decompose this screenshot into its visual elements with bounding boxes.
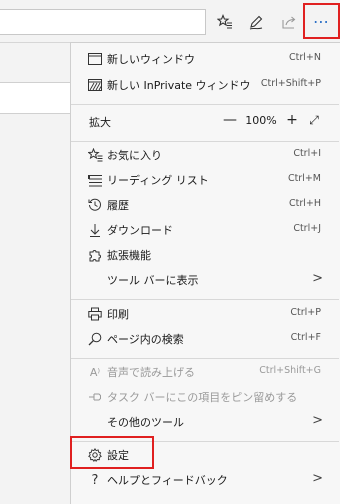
shortcut-label: Ctrl+F	[290, 332, 321, 343]
menu-item-label: その他のツール	[107, 416, 184, 429]
menu-item-favorites[interactable]: お気に入り Ctrl+I	[71, 143, 339, 167]
chevron-right-icon: >	[312, 271, 323, 286]
shortcut-label: Ctrl+Shift+G	[259, 365, 321, 376]
chevron-right-icon: >	[312, 471, 323, 486]
menu-item-find-on-page[interactable]: ページ内の検索 Ctrl+F	[71, 327, 339, 351]
menu-item-label: 拡張機能	[107, 249, 151, 262]
menu-item-label: ダウンロード	[107, 224, 173, 237]
shortcut-label: Ctrl+J	[293, 223, 321, 234]
menu-item-reading-list[interactable]: リーディング リスト Ctrl+M	[71, 168, 339, 192]
reading-list-icon	[87, 172, 103, 188]
menu-item-label: 音声で読み上げる	[107, 366, 195, 379]
shortcut-label: Ctrl+P	[290, 307, 321, 318]
pin-icon	[87, 389, 103, 405]
zoom-label: 拡大	[89, 116, 111, 129]
zoom-out-button[interactable]: —	[219, 112, 241, 128]
history-icon	[87, 197, 103, 213]
menu-item-label: ツール バーに表示	[107, 274, 199, 287]
menu-item-label: 新しいウィンドウ	[107, 53, 195, 66]
menu-item-label: 履歴	[107, 199, 129, 212]
menu-item-pin-taskbar: タスク バーにこの項目をピン留めする	[71, 385, 339, 409]
fullscreen-icon[interactable]: ⤢	[303, 113, 325, 128]
menu-item-label: ヘルプとフィードバック	[107, 474, 228, 487]
read-aloud-icon: A⁾	[89, 365, 101, 379]
menu-divider	[71, 299, 339, 300]
shortcut-label: Ctrl+Shift+P	[260, 78, 321, 89]
window-icon	[87, 51, 103, 67]
inprivate-window-icon	[87, 77, 103, 93]
menu-item-show-in-toolbar[interactable]: ツール バーに表示 >	[71, 268, 339, 292]
menu-item-zoom: 拡大 — 100% + ⤢	[71, 110, 339, 134]
zoom-level: 100%	[245, 113, 277, 127]
menu-item-history[interactable]: 履歴 Ctrl+H	[71, 193, 339, 217]
menu-item-label: ページ内の検索	[107, 333, 184, 346]
menu-item-more-tools[interactable]: その他のツール >	[71, 410, 339, 434]
more-icon: ⋯	[313, 11, 330, 31]
address-bar[interactable]	[0, 9, 206, 35]
shortcut-label: Ctrl+N	[289, 52, 321, 63]
printer-icon	[87, 306, 103, 322]
search-icon	[87, 331, 103, 347]
menu-item-new-inprivate[interactable]: 新しい InPrivate ウィンドウ Ctrl+Shift+P	[71, 73, 339, 97]
help-icon: ?	[91, 472, 99, 488]
zoom-controls: — 100% + ⤢	[219, 112, 325, 128]
menu-item-print[interactable]: 印刷 Ctrl+P	[71, 302, 339, 326]
menu-item-extensions[interactable]: 拡張機能	[71, 243, 339, 267]
page-panel	[0, 82, 72, 114]
pen-button[interactable]	[243, 9, 269, 35]
browser-toolbar: ⋯	[0, 0, 340, 42]
puzzle-icon	[87, 247, 103, 263]
settings-highlight-box	[70, 436, 154, 469]
menu-item-new-window[interactable]: 新しいウィンドウ Ctrl+N	[71, 47, 339, 71]
menu-item-label: お気に入り	[107, 149, 162, 162]
download-icon	[87, 222, 103, 238]
zoom-in-button[interactable]: +	[281, 112, 303, 128]
chevron-right-icon: >	[312, 413, 323, 428]
favorites-icon	[87, 147, 103, 163]
shortcut-label: Ctrl+H	[288, 198, 321, 209]
menu-divider	[71, 358, 339, 359]
menu-item-label: 新しい InPrivate ウィンドウ	[107, 79, 251, 92]
menu-item-label: タスク バーにこの項目をピン留めする	[107, 391, 298, 404]
add-favorite-button[interactable]	[212, 9, 238, 35]
menu-item-read-aloud: A⁾ 音声で読み上げる Ctrl+Shift+G	[71, 360, 339, 384]
shortcut-label: Ctrl+M	[287, 173, 321, 184]
more-button[interactable]: ⋯	[303, 3, 340, 39]
share-icon	[282, 16, 296, 29]
settings-menu: 新しいウィンドウ Ctrl+N 新しい InPrivate ウィンドウ Ctrl…	[70, 42, 340, 504]
menu-item-downloads[interactable]: ダウンロード Ctrl+J	[71, 218, 339, 242]
menu-item-label: 印刷	[107, 308, 129, 321]
pen-icon	[249, 15, 263, 30]
menu-divider	[71, 104, 339, 105]
share-button[interactable]	[276, 9, 302, 35]
menu-item-label: リーディング リスト	[107, 174, 209, 187]
menu-divider	[71, 141, 339, 142]
menu-item-help[interactable]: ? ヘルプとフィードバック >	[71, 468, 339, 492]
shortcut-label: Ctrl+I	[293, 148, 321, 159]
star-plus-icon	[217, 14, 232, 29]
